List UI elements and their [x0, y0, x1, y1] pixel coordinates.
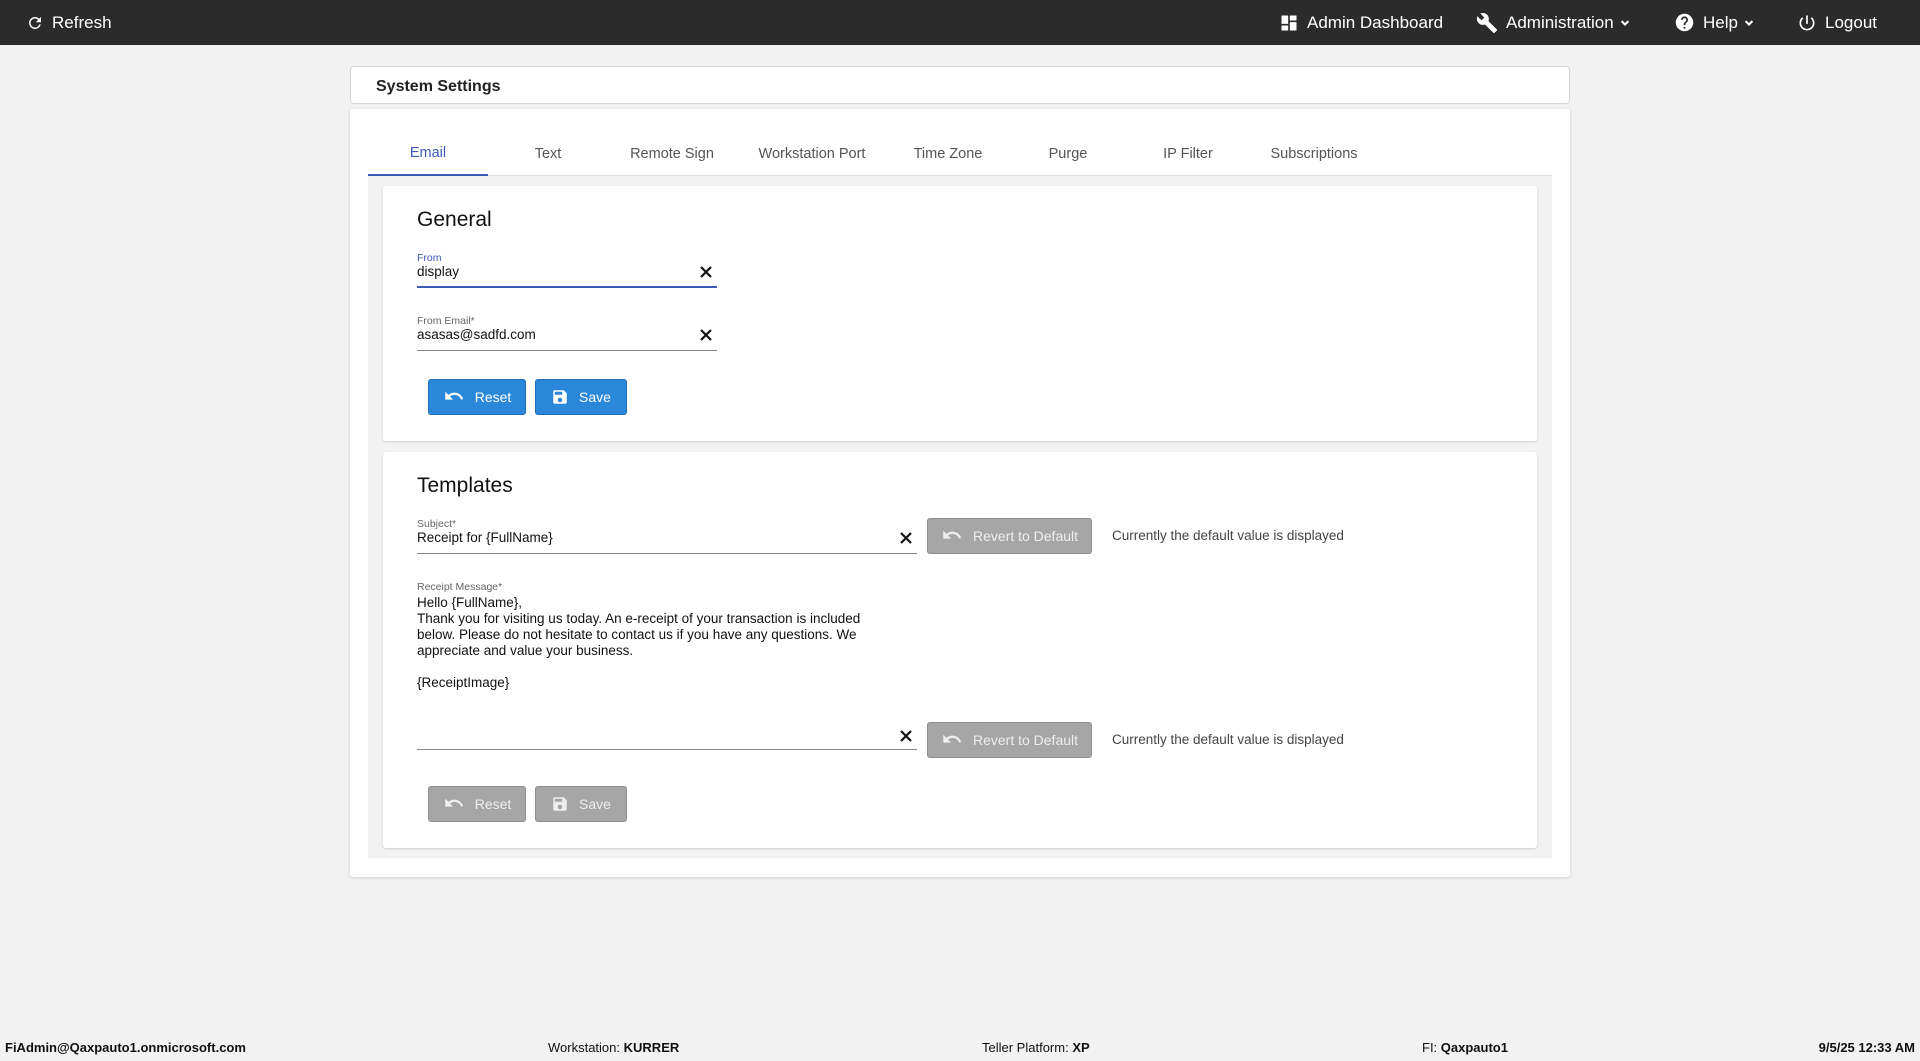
from-email-value: asasas@sadfd.com	[417, 327, 536, 342]
tab-text[interactable]: Text	[488, 132, 608, 175]
chevron-down-icon	[1618, 16, 1632, 30]
subject-label: Subject*	[417, 518, 457, 530]
help-label: Help	[1703, 12, 1738, 32]
platform-value: XP	[1072, 1040, 1090, 1055]
tab-time-zone[interactable]: Time Zone	[888, 132, 1008, 175]
status-footer: FiAdmin@Qaxpauto1.onmicrosoft.com Workst…	[0, 1036, 1920, 1061]
clear-icon[interactable]	[699, 328, 713, 342]
page-title: System Settings	[376, 78, 501, 95]
from-email-label: From Email*	[417, 315, 475, 327]
subject-field[interactable]: Subject* Receipt for {FullName}	[417, 518, 917, 554]
logout-label: Logout	[1825, 12, 1877, 32]
footer-fi: FI: Qaxpauto1	[1422, 1040, 1508, 1055]
templates-save-label: Save	[579, 796, 611, 812]
chevron-down-icon	[1742, 16, 1756, 30]
from-email-field[interactable]: From Email* asasas@sadfd.com	[417, 315, 717, 351]
from-email-underline	[417, 350, 717, 351]
administration-menu[interactable]: Administration	[1476, 0, 1632, 45]
platform-label: Teller Platform:	[982, 1040, 1069, 1055]
templates-reset-button[interactable]: Reset	[428, 786, 526, 822]
receipt-message-value: Hello {FullName}, Thank you for visiting…	[417, 595, 861, 690]
undo-icon	[943, 530, 962, 539]
from-label: From	[417, 252, 442, 264]
receipt-message-underline	[417, 749, 917, 750]
refresh-icon	[26, 14, 44, 32]
subject-revert-label: Revert to Default	[972, 528, 1079, 544]
footer-workstation: Workstation: KURRER	[548, 1040, 679, 1055]
receipt-message-label: Receipt Message*	[417, 581, 503, 593]
message-revert-label: Revert to Default	[972, 732, 1079, 748]
subject-default-note: Currently the default value is displayed	[1112, 528, 1344, 543]
templates-title: Templates	[417, 474, 513, 497]
workstation-value: KURRER	[623, 1040, 680, 1055]
templates-reset-label: Reset	[474, 796, 512, 812]
undo-icon	[444, 798, 463, 807]
footer-user: FiAdmin@Qaxpauto1.onmicrosoft.com	[5, 1040, 246, 1055]
general-reset-button[interactable]: Reset	[428, 379, 526, 415]
save-icon	[553, 797, 567, 811]
fi-value: Qaxpauto1	[1440, 1040, 1508, 1055]
message-revert-button[interactable]: Revert to Default	[927, 722, 1092, 758]
top-bar: Refresh Admin Dashboard Administration H…	[0, 0, 1920, 45]
message-default-note: Currently the default value is displayed	[1112, 732, 1344, 747]
admin-dashboard-label: Admin Dashboard	[1307, 12, 1444, 32]
admin-dashboard-link[interactable]: Admin Dashboard	[1279, 0, 1443, 45]
help-menu[interactable]: Help	[1674, 0, 1756, 45]
from-underline	[417, 286, 717, 288]
subject-revert-button[interactable]: Revert to Default	[927, 518, 1092, 554]
templates-section: Templates Subject* Receipt for {FullName…	[383, 452, 1537, 848]
logout-button[interactable]: Logout	[1797, 0, 1877, 45]
save-icon	[553, 390, 567, 404]
administration-label: Administration	[1506, 12, 1614, 32]
footer-datetime: 9/5/25 12:33 AM	[1818, 1040, 1915, 1055]
clear-icon[interactable]	[899, 729, 913, 743]
tab-purge[interactable]: Purge	[1008, 132, 1128, 175]
undo-icon	[444, 391, 463, 400]
general-section: General From display From Email* asasas@…	[383, 186, 1537, 441]
receipt-message-field[interactable]: Receipt Message* Hello {FullName}, Thank…	[417, 581, 917, 750]
power-icon	[1797, 13, 1817, 33]
refresh-button[interactable]: Refresh	[26, 0, 112, 45]
templates-save-button[interactable]: Save	[535, 786, 627, 822]
undo-icon	[943, 734, 962, 743]
tab-email[interactable]: Email	[368, 132, 488, 176]
fi-label: FI:	[1422, 1040, 1438, 1055]
dashboard-icon	[1279, 13, 1299, 33]
general-save-label: Save	[579, 389, 611, 405]
refresh-label: Refresh	[52, 12, 112, 32]
footer-platform: Teller Platform: XP	[982, 1040, 1090, 1055]
tab-bar: Email Text Remote Sign Workstation Port …	[368, 132, 1552, 176]
tab-ip-filter[interactable]: IP Filter	[1128, 132, 1248, 175]
general-reset-label: Reset	[474, 389, 512, 405]
help-icon	[1674, 12, 1695, 33]
workstation-label: Workstation:	[548, 1040, 621, 1055]
general-save-button[interactable]: Save	[535, 379, 627, 415]
clear-icon[interactable]	[899, 531, 913, 545]
general-title: General	[417, 208, 492, 231]
clear-icon[interactable]	[699, 265, 713, 279]
tab-workstation-port[interactable]: Workstation Port	[752, 132, 872, 175]
tab-remote-sign[interactable]: Remote Sign	[612, 132, 732, 175]
wrench-icon	[1476, 12, 1498, 34]
from-value: display	[417, 264, 460, 279]
page-title-card: System Settings	[350, 66, 1570, 104]
tab-subscriptions[interactable]: Subscriptions	[1254, 132, 1374, 175]
subject-underline	[417, 553, 917, 554]
subject-value: Receipt for {FullName}	[417, 530, 553, 545]
from-field[interactable]: From display	[417, 252, 717, 288]
